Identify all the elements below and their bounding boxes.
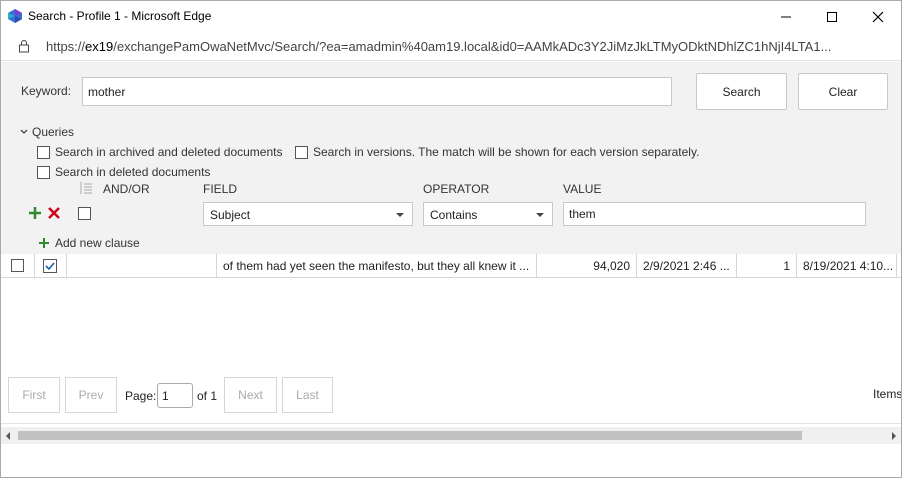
value-input[interactable] <box>563 202 866 226</box>
row-select-cell[interactable] <box>1 254 35 278</box>
checkmark-icon <box>45 262 55 271</box>
prev-page-button[interactable]: Prev <box>65 377 117 413</box>
chevron-down-icon <box>20 129 28 134</box>
address-bar[interactable]: https://ex19/exchangePamOwaNetMvc/Search… <box>1 32 901 61</box>
row-date-1: 2/9/2021 2:46 ... <box>637 254 737 278</box>
operator-select-value: Contains <box>430 208 478 222</box>
add-clause-plus-icon[interactable] <box>28 206 42 220</box>
browser-window: Search - Profile 1 - Microsoft Edge http… <box>0 0 902 478</box>
list-indent-icon <box>80 182 92 194</box>
queries-label: Queries <box>32 125 75 139</box>
close-button[interactable] <box>855 1 901 32</box>
window-title: Search - Profile 1 - Microsoft Edge <box>28 9 212 23</box>
last-page-button[interactable]: Last <box>282 377 333 413</box>
archived-deleted-checkbox[interactable] <box>37 145 50 159</box>
row-checked-checkbox[interactable] <box>43 259 57 273</box>
clear-button[interactable]: Clear <box>798 73 888 110</box>
scroll-right-icon[interactable] <box>892 432 896 440</box>
items-label: Items <box>873 387 902 401</box>
keyword-input[interactable] <box>82 77 672 106</box>
lock-icon[interactable] <box>17 39 31 53</box>
divider <box>1 423 901 424</box>
maximize-icon <box>827 11 837 22</box>
archived-deleted-option[interactable]: Search in archived and deleted documents <box>37 145 282 159</box>
operator-header: OPERATOR <box>423 182 490 196</box>
field-select[interactable]: Subject <box>203 202 413 226</box>
search-panel: Keyword: Search Clear Queries Search in … <box>1 62 901 254</box>
field-dropdown-icon <box>396 213 404 217</box>
title-bar: Search - Profile 1 - Microsoft Edge <box>1 1 901 32</box>
scroll-left-icon[interactable] <box>6 432 10 440</box>
row-checked-cell[interactable] <box>35 254 67 278</box>
operator-select[interactable]: Contains <box>423 202 553 226</box>
url-path: /exchangePamOwaNetMvc/Search/?ea=amadmin… <box>113 39 832 54</box>
edge-profile-icon <box>8 9 22 23</box>
queries-toggle[interactable]: Queries <box>20 125 74 139</box>
andor-header: AND/OR <box>103 182 150 196</box>
close-icon <box>872 11 884 22</box>
versions-option[interactable]: Search in versions. The match will be sh… <box>295 145 699 159</box>
maximize-button[interactable] <box>809 1 855 32</box>
value-header: VALUE <box>563 182 602 196</box>
horizontal-scrollbar[interactable] <box>1 427 901 444</box>
url-host: ex19 <box>85 39 114 54</box>
operator-dropdown-icon <box>536 213 544 217</box>
row-size: 94,020 <box>537 254 637 278</box>
plus-icon <box>39 238 49 248</box>
field-header: FIELD <box>203 182 238 196</box>
next-page-button[interactable]: Next <box>224 377 277 413</box>
keyword-label: Keyword: <box>21 84 72 98</box>
url-text[interactable]: https://ex19/exchangePamOwaNetMvc/Search… <box>46 39 886 54</box>
add-new-clause-label: Add new clause <box>55 236 140 250</box>
page-count-label: of 1 <box>197 389 218 403</box>
row-count: 1 <box>737 254 797 278</box>
versions-checkbox[interactable] <box>295 145 308 159</box>
page-label: Page: <box>125 389 157 403</box>
row-date-2: 8/19/2021 4:10... <box>797 254 897 278</box>
remove-clause-icon[interactable] <box>47 206 61 220</box>
scrollbar-thumb[interactable] <box>18 431 802 440</box>
clause-checkbox[interactable] <box>78 207 91 220</box>
deleted-documents-option[interactable]: Search in deleted documents <box>37 165 210 179</box>
page-number-input[interactable] <box>157 383 193 408</box>
search-button[interactable]: Search <box>696 73 787 110</box>
table-row[interactable]: of them had yet seen the manifesto, but … <box>1 254 901 278</box>
row-select-checkbox[interactable] <box>11 259 24 272</box>
first-page-button[interactable]: First <box>8 377 60 413</box>
deleted-documents-checkbox[interactable] <box>37 165 50 179</box>
archived-deleted-label: Search in archived and deleted documents <box>55 145 283 159</box>
minimize-icon <box>781 16 791 17</box>
row-cell-empty <box>67 254 217 278</box>
add-new-clause-button[interactable]: Add new clause <box>38 236 140 250</box>
row-snippet: of them had yet seen the manifesto, but … <box>217 254 537 278</box>
minimize-button[interactable] <box>763 1 809 32</box>
deleted-documents-label: Search in deleted documents <box>55 165 211 179</box>
field-select-value: Subject <box>210 208 251 222</box>
versions-label: Search in versions. The match will be sh… <box>313 145 700 159</box>
url-prefix: https:// <box>46 39 86 54</box>
